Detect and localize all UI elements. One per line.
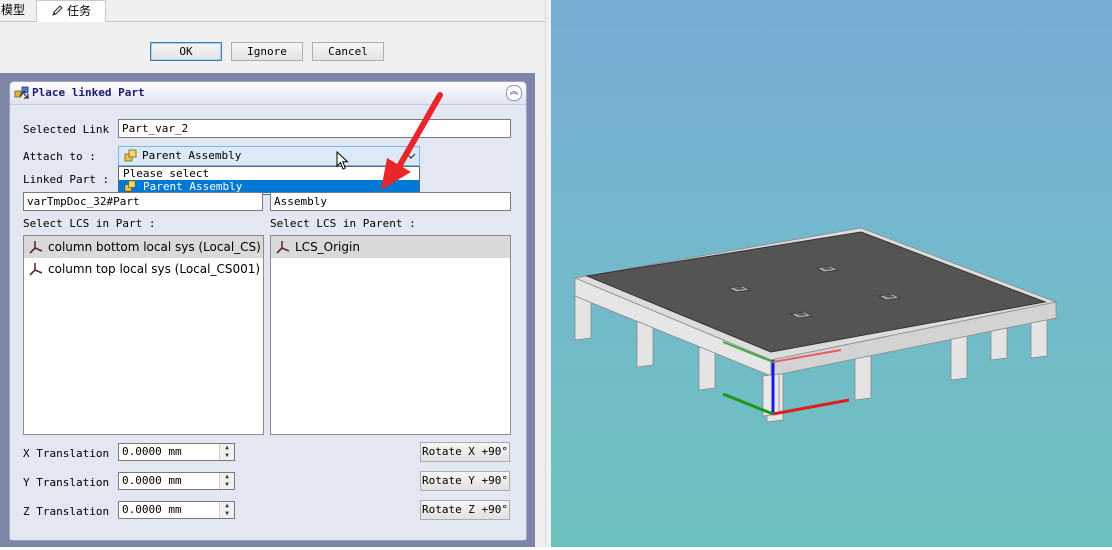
place-link-icon [14,86,29,99]
spinner-arrows-icon[interactable]: ▲ ▼ [219,502,234,518]
selected-link-label: Selected Link : [23,123,123,136]
x-translation-spinbox[interactable]: 0.0000 mm ▲ ▼ [118,443,235,461]
rotate-z-button[interactable]: Rotate Z +90° [420,500,510,520]
rotate-x-button[interactable]: Rotate X +90° [420,442,510,462]
x-translation-label: X Translation : [23,447,123,460]
rotate-y-button[interactable]: Rotate Y +90° [420,471,510,491]
lcs-part-label: Select LCS in Part : [23,217,156,230]
cancel-button[interactable]: Cancel [312,42,384,61]
linked-part-field[interactable]: varTmpDoc_32#Part [23,192,263,211]
mouse-cursor-icon [336,151,349,170]
structure-model [573,227,1058,423]
lcs-parent-list[interactable]: LCS_Origin [270,235,511,435]
collapse-icon[interactable]: ︽ [506,85,522,101]
list-item[interactable]: column bottom local sys (Local_CS) [24,236,263,258]
selected-link-field[interactable]: Part_var_2 [118,119,511,138]
3d-viewport[interactable] [551,0,1112,547]
lcs-icon [29,241,43,254]
y-translation-label: Y Translation : [23,476,123,489]
lcs-parent-label: Select LCS in Parent : [270,217,416,230]
lcs-icon [276,241,290,254]
spinner-arrows-icon[interactable]: ▲ ▼ [219,473,234,489]
z-translation-label: Z Translation : [23,505,123,518]
linked-part-label: Linked Part : [23,173,110,186]
ignore-button[interactable]: Ignore [231,42,303,61]
assembly-icon [124,149,137,162]
parent-assembly-field[interactable]: Assembly [270,192,511,211]
z-translation-spinbox[interactable]: 0.0000 mm ▲ ▼ [118,501,235,519]
y-translation-spinbox[interactable]: 0.0000 mm ▲ ▼ [118,472,235,490]
list-item[interactable]: LCS_Origin [271,236,510,258]
tab-bar: 模型 任务 [0,0,550,22]
task-panel-area: 模型 任务 OK Ignore Cancel Place linked Part… [0,0,550,547]
ok-button[interactable]: OK [150,42,222,61]
tab-task[interactable]: 任务 [36,0,106,22]
tab-model[interactable]: 模型 [0,0,35,21]
annotation-arrow-icon [381,92,443,190]
spinner-arrows-icon[interactable]: ▲ ▼ [219,444,234,460]
lcs-part-list[interactable]: column bottom local sys (Local_CS) colum… [23,235,264,435]
pencil-icon [52,5,63,16]
lcs-icon [29,263,43,276]
list-item[interactable]: column top local sys (Local_CS001) [24,258,263,280]
panel-title: Place linked Part [32,86,145,99]
attach-to-label: Attach to : [23,150,96,163]
